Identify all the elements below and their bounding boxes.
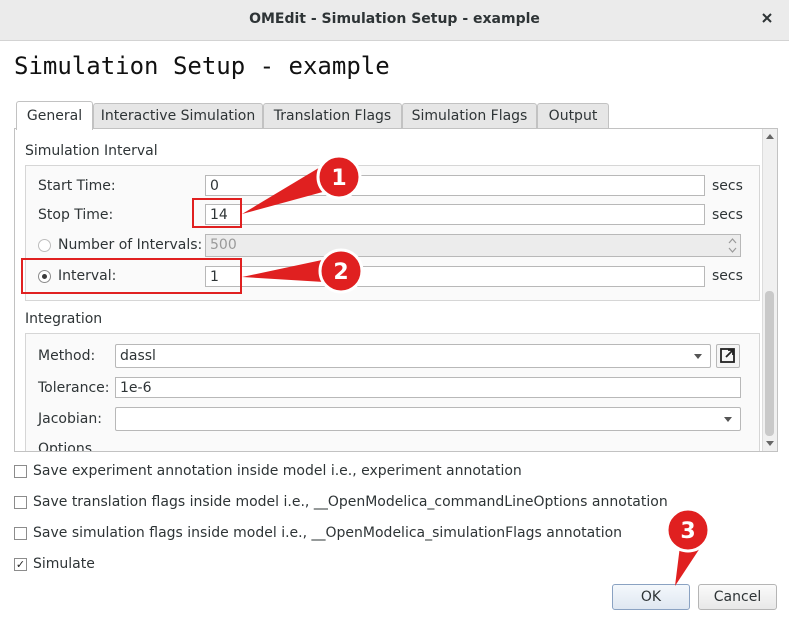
save-simulation-flags-label: Save simulation flags inside model i.e.,… xyxy=(33,525,623,541)
chevron-down-icon xyxy=(724,417,732,422)
save-experiment-annotation-label: Save experiment annotation inside model … xyxy=(33,463,522,479)
tolerance-label: Tolerance: xyxy=(38,380,110,396)
callout-3: 3 xyxy=(665,507,711,586)
tab-output[interactable]: Output xyxy=(537,103,609,129)
number-of-intervals-radio[interactable] xyxy=(38,239,51,252)
simulation-interval-title: Simulation Interval xyxy=(25,143,158,159)
method-info-button[interactable] xyxy=(716,344,740,368)
method-label: Method: xyxy=(38,348,96,364)
scrollbar-thumb[interactable] xyxy=(765,291,774,436)
save-translation-flags-checkbox[interactable] xyxy=(14,496,27,509)
close-icon[interactable] xyxy=(759,10,775,26)
jacobian-label: Jacobian: xyxy=(38,411,102,427)
spinbox-arrows-icon[interactable] xyxy=(727,236,738,255)
start-time-unit: secs xyxy=(712,178,743,194)
chevron-down-icon xyxy=(694,354,702,359)
cancel-button[interactable]: Cancel xyxy=(698,584,777,610)
method-dropdown[interactable]: dassl xyxy=(115,344,711,368)
tab-general[interactable]: General xyxy=(16,101,93,130)
dialog-heading: Simulation Setup - example xyxy=(14,52,390,80)
interval-unit: secs xyxy=(712,268,743,284)
interval-input[interactable]: 1 xyxy=(205,266,705,287)
checkmark-icon: ✓ xyxy=(15,558,26,571)
stop-time-unit: secs xyxy=(712,207,743,223)
window-title: OMEdit - Simulation Setup - example xyxy=(249,11,540,27)
tab-translation-flags[interactable]: Translation Flags xyxy=(263,103,402,129)
open-external-icon xyxy=(720,348,735,363)
jacobian-dropdown[interactable] xyxy=(115,407,741,431)
start-time-input[interactable]: 0 xyxy=(205,175,705,196)
stop-time-highlight xyxy=(192,198,242,228)
stop-time-label: Stop Time: xyxy=(38,207,114,223)
stop-time-input[interactable]: 14 xyxy=(205,204,705,225)
tab-simulation-flags[interactable]: Simulation Flags xyxy=(402,103,537,129)
options-label: Options xyxy=(38,441,93,452)
save-experiment-annotation-checkbox[interactable] xyxy=(14,465,27,478)
number-of-intervals-label: Number of Intervals: xyxy=(58,237,203,253)
tolerance-input[interactable]: 1e-6 xyxy=(115,377,741,398)
interval-highlight xyxy=(21,258,242,294)
simulate-checkbox[interactable]: ✓ xyxy=(14,558,27,571)
method-value: dassl xyxy=(120,348,156,364)
start-time-label: Start Time: xyxy=(38,178,116,194)
integration-title: Integration xyxy=(25,311,103,327)
callout-3-number: 3 xyxy=(680,519,695,544)
simulate-label: Simulate xyxy=(33,556,95,572)
panel-scrollbar[interactable] xyxy=(762,129,777,451)
tab-interactive-simulation[interactable]: Interactive Simulation xyxy=(93,103,263,129)
scroll-down-icon[interactable] xyxy=(766,441,774,446)
save-simulation-flags-checkbox[interactable] xyxy=(14,527,27,540)
scroll-up-icon[interactable] xyxy=(766,134,774,139)
ok-button[interactable]: OK xyxy=(612,584,690,610)
save-translation-flags-label: Save translation flags inside model i.e.… xyxy=(33,494,668,510)
number-of-intervals-spinbox[interactable]: 500 xyxy=(205,234,741,257)
title-bar: OMEdit - Simulation Setup - example xyxy=(0,0,789,41)
integration-group: Method: dassl Tolerance: 1e-6 Jacobian: … xyxy=(25,333,760,452)
number-of-intervals-value: 500 xyxy=(210,237,237,253)
